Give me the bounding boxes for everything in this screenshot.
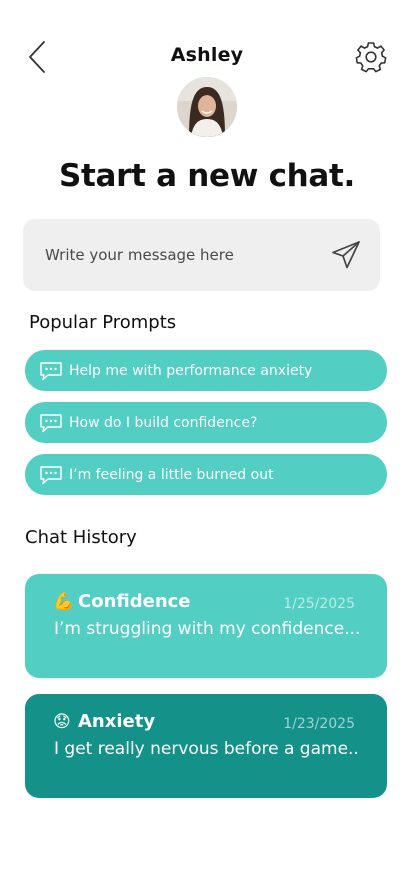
prompt-label: I’m feeling a little burned out — [69, 466, 274, 483]
message-composer — [23, 219, 380, 291]
prompt-item[interactable]: Help me with performance anxiety — [25, 350, 387, 391]
send-button[interactable] — [330, 239, 362, 271]
chat-bubble-icon — [40, 465, 62, 484]
flexed-bicep-icon: 💪 — [53, 592, 75, 612]
avatar-photo — [177, 77, 237, 137]
avatar — [177, 77, 237, 137]
chat-title: Anxiety — [78, 711, 156, 732]
new-chat-screen: Ashley Start a new chat. Write your mess… — [0, 0, 414, 896]
chat-bubble-icon — [40, 413, 62, 432]
prompt-label: Help me with performance anxiety — [69, 362, 313, 379]
chat-bubble-icon — [40, 361, 62, 380]
popular-prompts-heading: Popular Prompts — [29, 312, 177, 333]
prompt-label: How do I build confidence? — [69, 414, 258, 431]
chat-history-heading: Chat History — [25, 527, 137, 548]
chat-date: 1/25/2025 — [283, 596, 355, 612]
chat-title: Confidence — [78, 591, 191, 612]
worried-face-icon: 😟 — [53, 712, 71, 732]
contact-name: Ashley — [170, 44, 244, 66]
prompt-item[interactable]: I’m feeling a little burned out — [25, 454, 387, 495]
prompt-item[interactable]: How do I build confidence? — [25, 402, 387, 443]
settings-button[interactable] — [354, 40, 388, 74]
paper-plane-icon — [332, 241, 360, 269]
chat-preview: I’m struggling with my confidence... — [54, 619, 361, 639]
chat-history-card[interactable]: 💪 Confidence 1/25/2025 I’m struggling wi… — [25, 574, 387, 678]
chat-date: 1/23/2025 — [283, 716, 355, 732]
chat-history-card[interactable]: 😟 Anxiety 1/23/2025 I get really nervous… — [25, 694, 387, 798]
chat-preview: I get really nervous before a game.. — [54, 739, 359, 759]
message-input[interactable] — [45, 219, 315, 291]
page-title: Start a new chat. — [58, 158, 356, 194]
gear-icon — [355, 42, 387, 73]
